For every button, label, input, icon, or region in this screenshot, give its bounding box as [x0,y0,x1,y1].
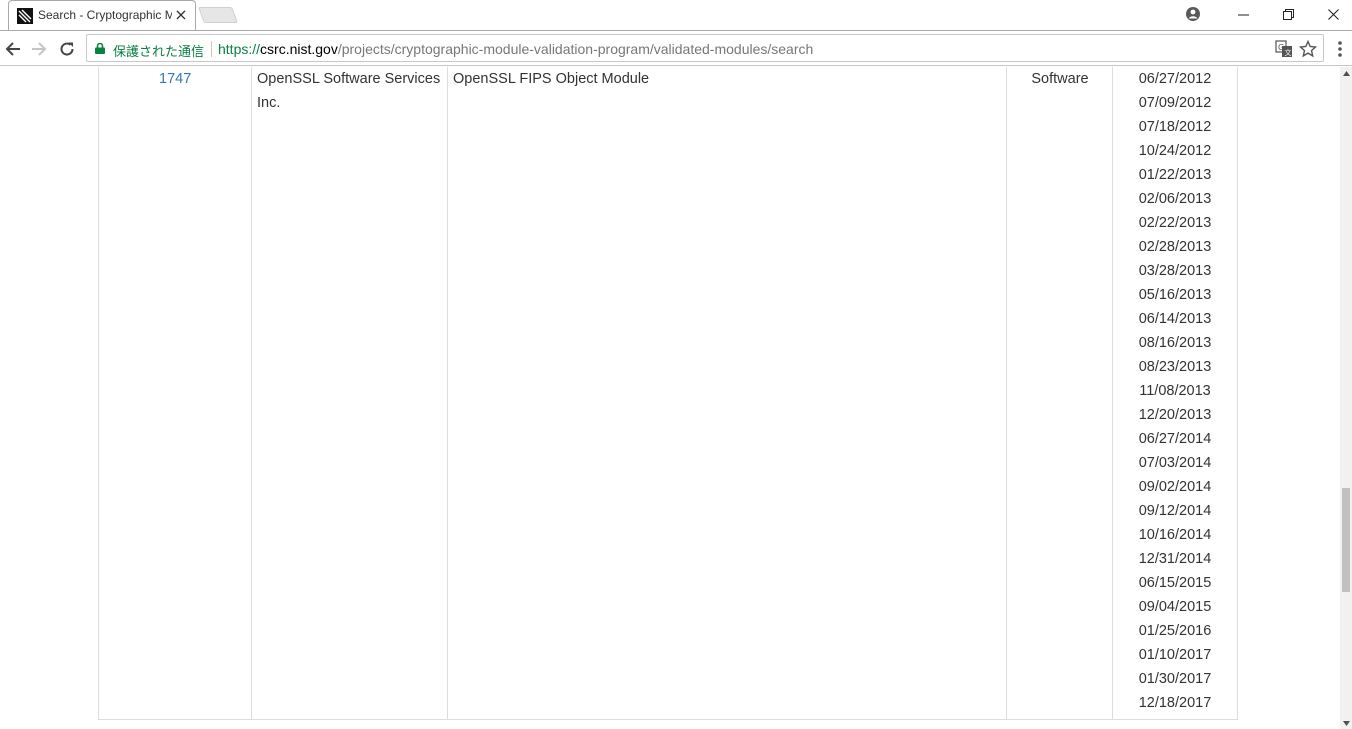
scroll-down-arrow-icon[interactable] [1340,717,1352,729]
validation-date: 01/30/2017 [1138,671,1212,687]
validation-date: 09/12/2014 [1138,503,1212,519]
minimize-icon[interactable] [1220,0,1266,28]
profile-icon[interactable] [1170,0,1216,28]
secure-connection-label[interactable]: 保護された通信 [113,41,204,60]
url-text[interactable]: https://csrc.nist.gov/projects/cryptogra… [218,41,813,57]
validation-date: 02/06/2013 [1138,191,1212,207]
url-host: csrc.nist.gov [260,41,338,57]
validation-date: 09/02/2014 [1138,479,1212,495]
validation-date: 09/04/2015 [1138,599,1212,615]
validation-date: 08/23/2013 [1138,359,1212,375]
tab-title: Search - Cryptographic Module Validation… [38,8,172,22]
validation-date: 07/09/2012 [1138,95,1212,111]
close-icon[interactable]: × [173,7,189,23]
vendor-name: OpenSSL Software Services Inc. [257,71,441,111]
validation-date: 12/31/2014 [1138,551,1212,567]
validation-date: 06/27/2014 [1138,431,1212,447]
scrollbar-thumb[interactable] [1342,488,1350,592]
page-viewport: 1747 OpenSSL Software Services Inc. Open… [0,67,1340,729]
validation-date: 01/25/2016 [1138,623,1212,639]
validation-date: 07/03/2014 [1138,455,1212,471]
browser-titlebar: Search - Cryptographic Module Validation… [0,0,1352,30]
browser-tab[interactable]: Search - Cryptographic Module Validation… [8,0,196,30]
validation-date: 02/22/2013 [1138,215,1212,231]
url-scheme: https:// [218,41,261,57]
validation-date: 05/16/2013 [1138,287,1212,303]
scroll-up-arrow-icon[interactable] [1340,67,1352,79]
star-icon[interactable] [1299,40,1317,58]
module-name: OpenSSL FIPS Object Module [453,71,650,87]
validation-date: 01/22/2013 [1138,167,1212,183]
module-type: Software [1031,71,1089,87]
new-tab-button[interactable] [198,7,238,23]
restore-icon[interactable] [1265,0,1311,28]
page-scrollbar[interactable] [1340,67,1352,729]
svg-text:文: 文 [1285,48,1292,57]
validation-date: 07/18/2012 [1138,119,1212,135]
certificate-number-link[interactable]: 1747 [159,67,191,91]
validation-date: 06/27/2012 [1138,71,1212,87]
validation-date: 12/20/2013 [1138,407,1212,423]
forward-arrow-icon[interactable] [26,36,52,62]
address-bar[interactable]: 保護された通信 https://csrc.nist.gov/projects/c… [86,34,1324,62]
svg-text:G: G [1278,43,1284,52]
column-divider [251,67,252,720]
validation-date: 01/10/2017 [1138,647,1212,663]
translate-icon[interactable]: G 文 [1275,40,1293,58]
validation-date: 06/15/2015 [1138,575,1212,591]
validation-date: 08/16/2013 [1138,335,1212,351]
window-close-icon[interactable] [1310,0,1352,28]
column-divider [1006,67,1007,720]
validation-date: 10/24/2012 [1138,143,1212,159]
validation-date: 12/18/2017 [1138,695,1212,711]
results-table: 1747 OpenSSL Software Services Inc. Open… [98,67,1238,720]
browser-toolbar: 保護された通信 https://csrc.nist.gov/projects/c… [0,30,1352,66]
validation-dates-list: 06/27/2012 07/09/2012 07/18/2012 10/24/2012… [1113,67,1237,715]
lock-icon [95,43,105,54]
nist-favicon-icon [17,8,33,24]
validation-date: 10/16/2014 [1138,527,1212,543]
validation-date: 02/28/2013 [1138,239,1212,255]
kebab-menu-icon[interactable] [1332,39,1348,59]
validation-date: 03/28/2013 [1138,263,1212,279]
back-arrow-icon[interactable] [0,36,26,62]
validation-date: 11/08/2013 [1139,383,1211,399]
column-divider [447,67,448,720]
reload-icon[interactable] [54,36,80,62]
url-path: /projects/cryptographic-module-validatio… [337,41,814,57]
validation-date: 06/14/2013 [1138,311,1212,327]
omnibox-divider [211,41,212,57]
